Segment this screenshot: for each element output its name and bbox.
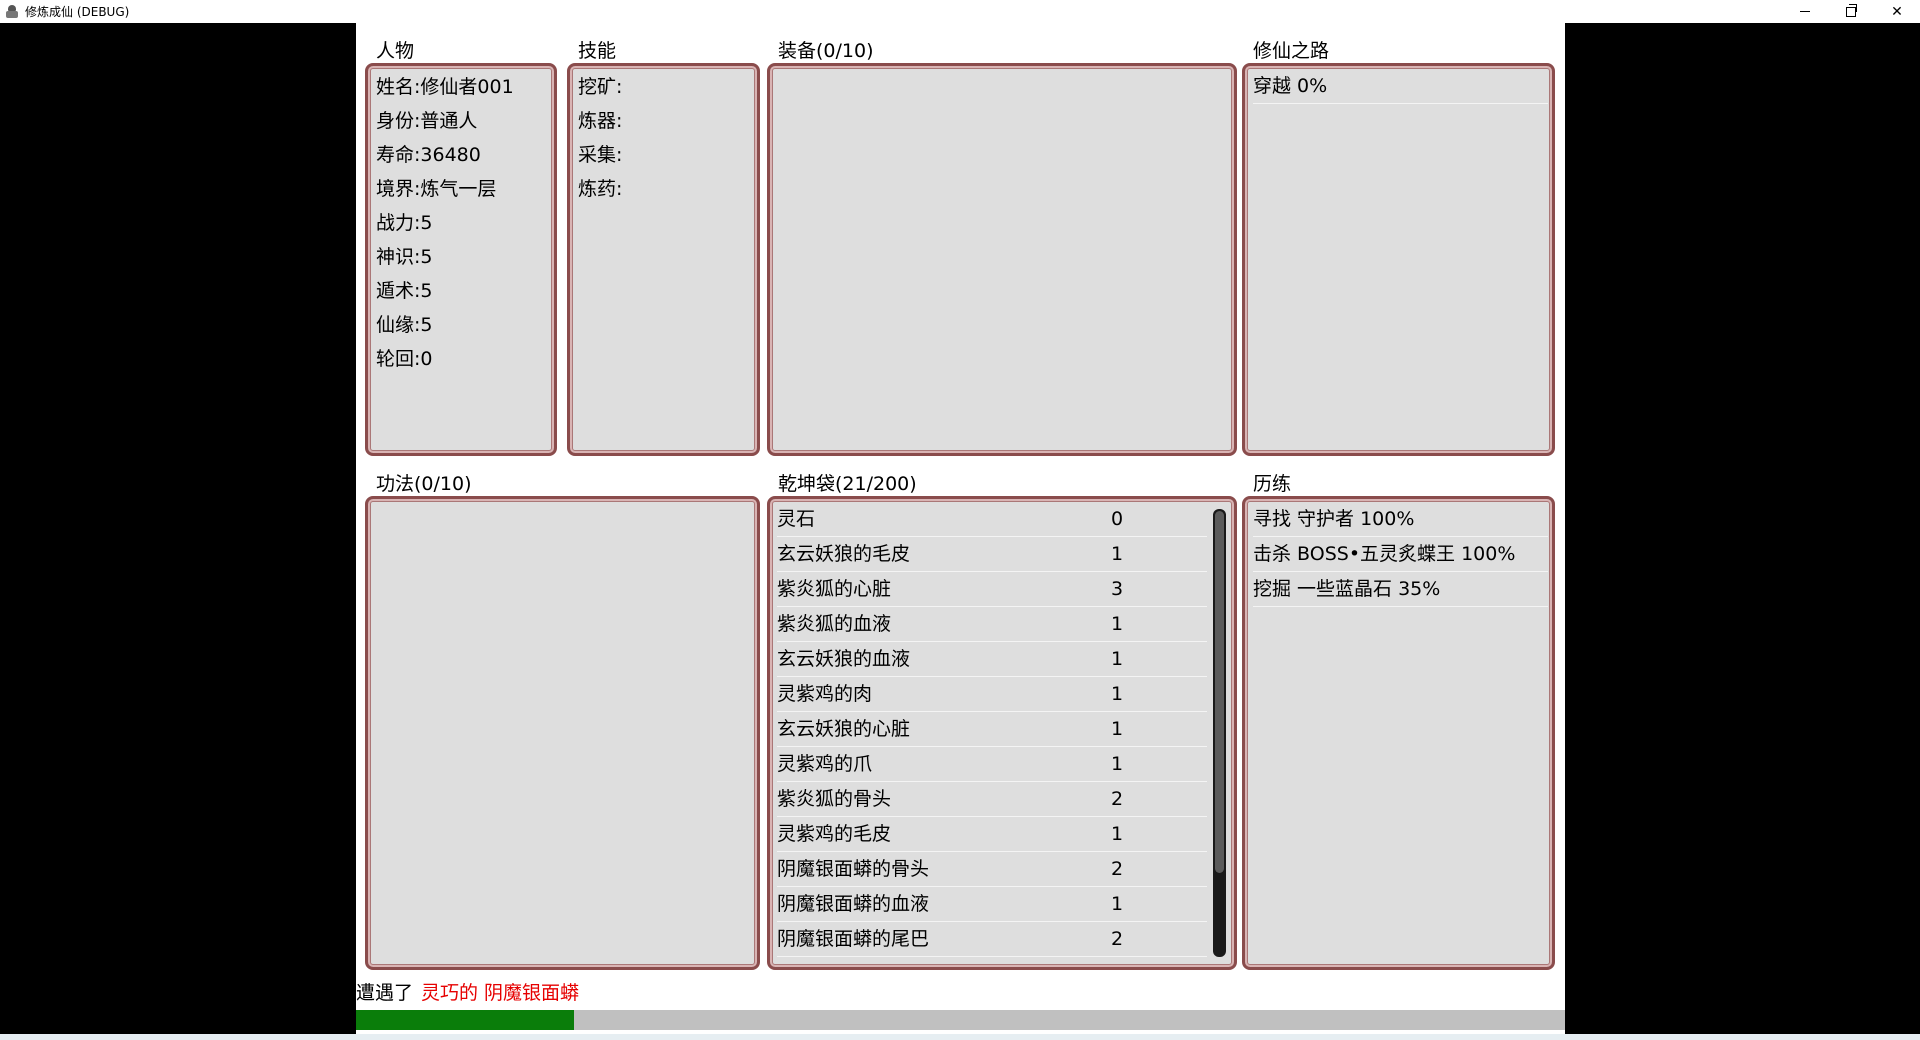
bag-item-count: 2 bbox=[1110, 928, 1124, 950]
restore-icon bbox=[1846, 3, 1857, 17]
skill-item: 挖矿: bbox=[578, 76, 623, 98]
bag-item-count: 1 bbox=[1110, 543, 1124, 565]
character-stat: 境界:炼气一层 bbox=[376, 178, 497, 200]
bag-item-name: 紫炎狐的血液 bbox=[777, 613, 892, 635]
skills-panel-label: 技能 bbox=[578, 40, 617, 62]
bag-item-count: 2 bbox=[1110, 788, 1124, 810]
bag-item-count: 1 bbox=[1110, 753, 1124, 775]
bag-item-name: 阴魔银面蟒的血液 bbox=[777, 893, 930, 915]
bag-item-count: 1 bbox=[1110, 823, 1124, 845]
path-panel: 穿越 0% bbox=[1242, 63, 1555, 456]
bag-item-name: 紫炎狐的骨头 bbox=[777, 788, 892, 810]
experience-panel: 寻找 守护者 100% 击杀 BOSS•五灵炙蝶王 100% 挖掘 一些蓝晶石 35… bbox=[1242, 496, 1555, 970]
experience-item: 寻找 守护者 100% bbox=[1253, 502, 1548, 537]
equipment-panel[interactable] bbox=[767, 63, 1237, 456]
skill-item: 炼药: bbox=[578, 178, 623, 200]
window-titlebar: 修炼成仙 (DEBUG) ✕ bbox=[0, 0, 1920, 23]
app-icon bbox=[5, 4, 19, 19]
bag-item-list: 灵石 0 玄云妖狼的毛皮 1 紫炎狐的心脏 3 紫炎狐的血液 1 玄云妖狼的血液 1 灵紫鸡的肉 1 玄… bbox=[777, 502, 1207, 959]
action-progress-bar bbox=[356, 1010, 1565, 1030]
bag-item[interactable]: 紫炎狐的血液 1 bbox=[777, 607, 1207, 642]
encounter-message: 遭遇了 灵巧的 阴魔银面蟒 bbox=[356, 978, 579, 1005]
path-item: 穿越 0% bbox=[1253, 69, 1548, 104]
skill-item: 采集: bbox=[578, 144, 623, 166]
character-stats: 姓名:修仙者001 身份:普通人 寿命:36480 境界:炼气一层 战力:5 神识:5 遁术… bbox=[368, 66, 554, 376]
bag-item-count: 0 bbox=[1110, 508, 1124, 530]
character-panel-label: 人物 bbox=[376, 40, 415, 62]
bag-item-name: 灵紫鸡的肉 bbox=[777, 683, 873, 705]
bag-item[interactable]: 玄云妖狼的毛皮 1 bbox=[777, 537, 1207, 572]
experience-panel-label: 历练 bbox=[1253, 473, 1292, 495]
close-button[interactable]: ✕ bbox=[1874, 0, 1920, 23]
bag-item-count: 2 bbox=[1110, 858, 1124, 880]
bag-item-count: 1 bbox=[1110, 893, 1124, 915]
bag-item-count: 1 bbox=[1110, 683, 1124, 705]
bag-item[interactable]: 紫炎狐的心脏 3 bbox=[777, 572, 1207, 607]
character-stat: 仙缘:5 bbox=[376, 314, 433, 336]
bag-item-name: 灵紫鸡的毛皮 bbox=[777, 823, 892, 845]
bag-item[interactable]: 阴魔银面蟒的骨头 2 bbox=[777, 852, 1207, 887]
bag-item-name: 阴魔银面蟒的骨头 bbox=[777, 858, 930, 880]
close-icon: ✕ bbox=[1891, 3, 1903, 20]
bag-item-name: 玄云妖狼的心脏 bbox=[777, 718, 911, 740]
path-list: 穿越 0% bbox=[1245, 66, 1552, 104]
experience-list: 寻找 守护者 100% 击杀 BOSS•五灵炙蝶王 100% 挖掘 一些蓝晶石 35… bbox=[1245, 499, 1552, 607]
bag-panel-label: 乾坤袋(21/200) bbox=[778, 473, 917, 495]
character-stat: 身份:普通人 bbox=[376, 110, 478, 132]
skills-list: 挖矿: 炼器: 采集: 炼药: bbox=[570, 66, 757, 206]
window-title: 修炼成仙 (DEBUG) bbox=[25, 5, 130, 19]
path-panel-label: 修仙之路 bbox=[1253, 40, 1330, 62]
bag-item-count: 1 bbox=[1107, 957, 1127, 959]
character-stat: 神识:5 bbox=[376, 246, 433, 268]
experience-item: 挖掘 一些蓝晶石 35% bbox=[1253, 572, 1548, 607]
bag-panel: 灵石 0 玄云妖狼的毛皮 1 紫炎狐的心脏 3 紫炎狐的血液 1 玄云妖狼的血液 1 灵紫鸡的肉 1 玄… bbox=[767, 496, 1237, 970]
bag-item-count: 1 bbox=[1110, 613, 1124, 635]
bag-scrollbar-thumb[interactable] bbox=[1215, 511, 1224, 873]
bag-item-name: 灵石 bbox=[777, 508, 816, 530]
character-stat: 寿命:36480 bbox=[376, 144, 481, 166]
window-controls: ✕ bbox=[1782, 0, 1920, 23]
bag-item-count: 1 bbox=[1110, 718, 1124, 740]
encounter-prefix: 遭遇了 bbox=[356, 982, 414, 1004]
skills-panel: 挖矿: 炼器: 采集: 炼药: bbox=[567, 63, 760, 456]
bag-item-name: 紫炎狐的心脏 bbox=[777, 578, 892, 600]
restore-button[interactable] bbox=[1828, 0, 1874, 23]
equipment-panel-label: 装备(0/10) bbox=[778, 40, 874, 62]
techniques-panel-label: 功法(0/10) bbox=[376, 473, 472, 495]
bag-item[interactable]: 灵紫鸡的肉 1 bbox=[777, 677, 1207, 712]
bag-item-name: 阴魔银面蟒的尾巴 bbox=[777, 928, 930, 950]
bag-item-count: 1 bbox=[1110, 648, 1124, 670]
bag-item[interactable]: 灵紫鸡的毛皮 1 bbox=[777, 817, 1207, 852]
bag-scrollbar[interactable] bbox=[1213, 509, 1226, 957]
action-progress-fill bbox=[356, 1010, 574, 1030]
bag-item-name: 玄云妖狼的毛皮 bbox=[777, 543, 911, 565]
bag-item-name: 灵紫鸡的爪 bbox=[777, 753, 873, 775]
bag-item[interactable]: 玄云妖狼的血液 1 bbox=[777, 642, 1207, 677]
skill-item: 炼器: bbox=[578, 110, 623, 132]
bag-item[interactable]: 灵石 0 bbox=[777, 502, 1207, 537]
experience-item: 击杀 BOSS•五灵炙蝶王 100% bbox=[1253, 537, 1548, 572]
bag-item[interactable]: 阴魔银面蟒的血液 1 bbox=[777, 887, 1207, 922]
bag-item[interactable]: 玄云妖狼的心脏 1 bbox=[777, 712, 1207, 747]
bag-item-count: 3 bbox=[1110, 578, 1124, 600]
minimize-button[interactable] bbox=[1782, 0, 1828, 23]
bag-item-name: 阴魔银面蟒的毛 bbox=[777, 957, 1107, 959]
bag-item[interactable]: 灵紫鸡的爪 1 bbox=[777, 747, 1207, 782]
bag-item-name: 玄云妖狼的血液 bbox=[777, 648, 911, 670]
bottom-strip bbox=[0, 1034, 1920, 1040]
techniques-panel[interactable] bbox=[365, 496, 760, 970]
bag-item[interactable]: 阴魔银面蟒的尾巴 2 bbox=[777, 922, 1207, 957]
character-stat: 遁术:5 bbox=[376, 280, 433, 302]
bag-item[interactable]: 阴魔银面蟒的毛1 bbox=[777, 957, 1207, 959]
character-stat: 姓名:修仙者001 bbox=[376, 76, 514, 98]
game-area: 人物 姓名:修仙者001 身份:普通人 寿命:36480 境界:炼气一层 战力:5 神识:… bbox=[356, 23, 1565, 1034]
bag-item[interactable]: 紫炎狐的骨头 2 bbox=[777, 782, 1207, 817]
character-stat: 战力:5 bbox=[376, 212, 433, 234]
minimize-icon bbox=[1800, 11, 1810, 12]
character-panel: 姓名:修仙者001 身份:普通人 寿命:36480 境界:炼气一层 战力:5 神识:5 遁术… bbox=[365, 63, 557, 456]
encounter-enemy: 灵巧的 阴魔银面蟒 bbox=[421, 982, 580, 1004]
character-stat: 轮回:0 bbox=[376, 348, 433, 370]
